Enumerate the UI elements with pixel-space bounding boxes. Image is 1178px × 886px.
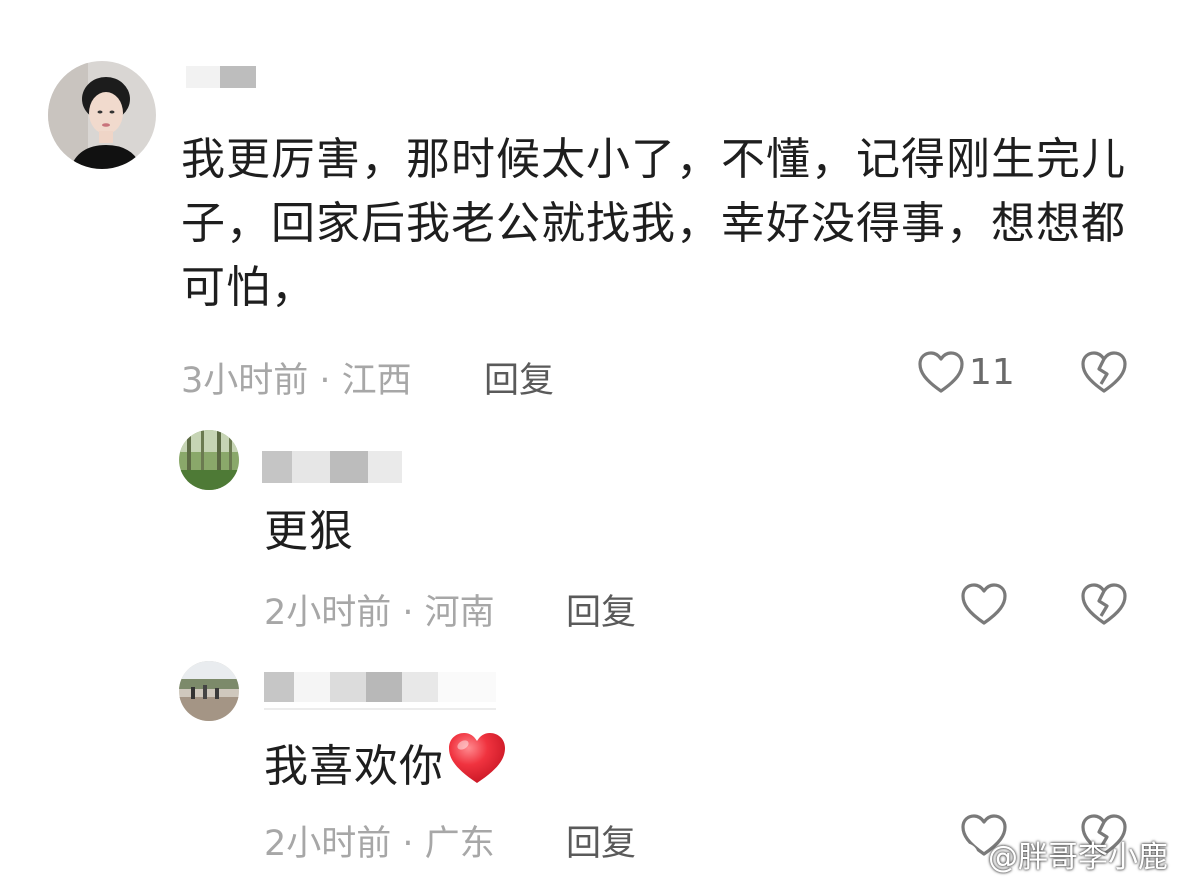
reply-button[interactable]: 回复	[566, 815, 636, 866]
broken-heart-icon[interactable]	[1080, 350, 1128, 394]
heart-outline-icon	[917, 350, 965, 394]
avatar[interactable]	[179, 661, 239, 721]
reply-button[interactable]: 回复	[484, 352, 554, 403]
red-heart-emoji	[446, 730, 508, 804]
comment-meta: 3小时前 · 江西	[181, 361, 412, 401]
like-button[interactable]: 11	[917, 350, 1015, 394]
comment-text-line: 子，回家后我老公就找我，幸好没得事，想想都	[181, 198, 1126, 249]
comment-text-line: 我更厉害，那时候太小了，不懂，记得刚生完儿	[181, 134, 1126, 185]
username-blurred[interactable]	[186, 66, 256, 88]
broken-heart-icon[interactable]	[1080, 582, 1128, 626]
comment-meta: 2小时前 · 广东	[264, 824, 495, 864]
heart-outline-icon[interactable]	[960, 582, 1008, 626]
reply-button[interactable]: 回复	[566, 584, 636, 635]
comment-text: 我喜欢你	[264, 730, 508, 804]
username-blurred[interactable]	[262, 451, 402, 483]
username-underline	[264, 708, 496, 710]
username-blurred[interactable]	[264, 672, 496, 702]
comment-meta: 2小时前 · 河南	[264, 593, 495, 633]
comment-text-line: 可怕，	[181, 262, 316, 313]
weibo-logo-icon	[948, 836, 984, 872]
comment-text: 我更厉害，那时候太小了，不懂，记得刚生完儿 子，回家后我老公就找我，幸好没得事，…	[181, 128, 1141, 320]
like-count: 11	[969, 351, 1015, 393]
comment-text-content: 我喜欢你	[264, 741, 444, 792]
avatar[interactable]	[48, 61, 156, 169]
comment-text: 更狠	[264, 506, 354, 557]
watermark-text: @胖哥李小鹿	[988, 840, 1168, 875]
watermark: @胖哥李小鹿	[948, 832, 1168, 876]
avatar[interactable]	[179, 430, 239, 490]
